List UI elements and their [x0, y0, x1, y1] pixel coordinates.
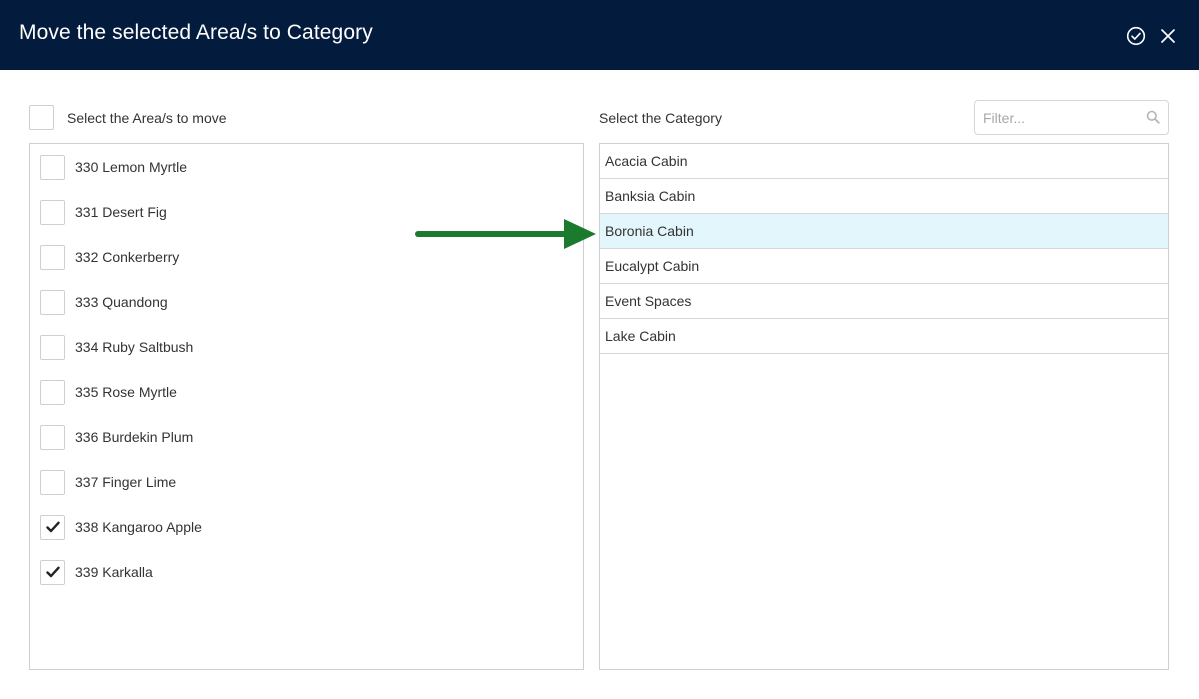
- category-item[interactable]: Banksia Cabin: [600, 179, 1168, 214]
- area-item[interactable]: 336 Burdekin Plum: [40, 424, 193, 450]
- area-checkbox[interactable]: [40, 424, 65, 450]
- dialog-title: Move the selected Area/s to Category: [19, 21, 373, 44]
- area-checkbox[interactable]: [40, 244, 65, 270]
- area-item[interactable]: 330 Lemon Myrtle: [40, 154, 187, 180]
- search-icon: [1146, 110, 1160, 124]
- category-item[interactable]: Eucalypt Cabin: [600, 249, 1168, 284]
- area-item[interactable]: 334 Ruby Saltbush: [40, 334, 193, 360]
- area-checkbox[interactable]: [40, 154, 65, 180]
- checkmark-icon: [45, 566, 60, 578]
- select-all-checkbox[interactable]: [29, 105, 54, 130]
- area-label: 332 Conkerberry: [75, 249, 180, 265]
- area-label: 338 Kangaroo Apple: [75, 519, 202, 535]
- area-label: 337 Finger Lime: [75, 474, 177, 490]
- area-label: 333 Quandong: [75, 294, 168, 310]
- category-list: Acacia Cabin Banksia Cabin Boronia Cabin…: [599, 143, 1169, 670]
- area-label: 334 Ruby Saltbush: [75, 339, 194, 355]
- area-checkbox[interactable]: [40, 379, 65, 405]
- area-item[interactable]: 331 Desert Fig: [40, 199, 167, 225]
- area-label: 331 Desert Fig: [75, 204, 167, 220]
- area-item[interactable]: 338 Kangaroo Apple: [40, 514, 202, 540]
- area-item[interactable]: 335 Rose Myrtle: [40, 379, 177, 405]
- area-label: 335 Rose Myrtle: [75, 384, 177, 400]
- area-label: 336 Burdekin Plum: [75, 429, 194, 445]
- area-label: 339 Karkalla: [75, 564, 153, 580]
- area-label: 330 Lemon Myrtle: [75, 159, 188, 175]
- close-button[interactable]: [1157, 25, 1179, 47]
- category-item[interactable]: Event Spaces: [600, 284, 1168, 319]
- category-heading: Select the Category: [599, 110, 722, 126]
- area-item[interactable]: 337 Finger Lime: [40, 469, 176, 495]
- area-checkbox-checked[interactable]: [40, 514, 65, 540]
- checkmark-icon: [45, 521, 60, 533]
- confirm-button[interactable]: [1125, 25, 1147, 47]
- check-circle-icon: [1126, 26, 1146, 46]
- category-item[interactable]: Lake Cabin: [600, 319, 1168, 354]
- area-item[interactable]: 332 Conkerberry: [40, 244, 179, 270]
- area-item[interactable]: 333 Quandong: [40, 289, 168, 315]
- area-checkbox-checked[interactable]: [40, 559, 65, 585]
- area-checkbox[interactable]: [40, 334, 65, 360]
- filter-field[interactable]: [974, 100, 1169, 135]
- dialog-header: Move the selected Area/s to Category: [0, 0, 1199, 70]
- arrow-right-icon: [415, 219, 596, 249]
- area-item[interactable]: 339 Karkalla: [40, 559, 153, 585]
- category-item-selected[interactable]: Boronia Cabin: [600, 214, 1168, 249]
- filter-input[interactable]: [983, 109, 1133, 127]
- areas-heading: Select the Area/s to move: [67, 110, 227, 126]
- close-icon: [1161, 29, 1175, 43]
- area-checkbox[interactable]: [40, 289, 65, 315]
- area-checkbox[interactable]: [40, 469, 65, 495]
- category-item[interactable]: Acacia Cabin: [600, 144, 1168, 179]
- area-checkbox[interactable]: [40, 199, 65, 225]
